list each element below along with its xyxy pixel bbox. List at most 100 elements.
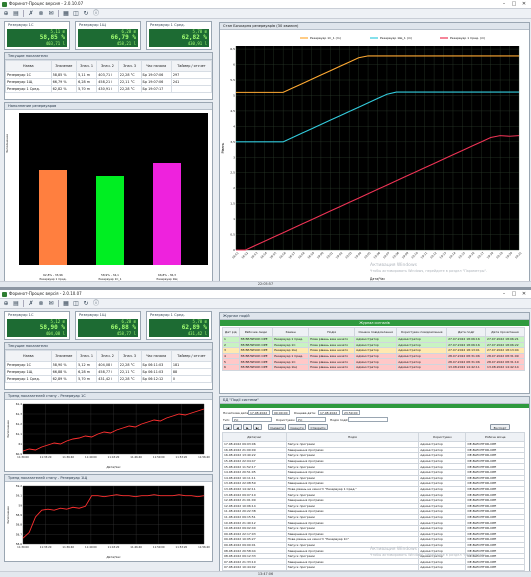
table-row[interactable]: Резервуар 1Щ 66,79 % 6,28 m 458,21 l 22,11 °… bbox=[5, 78, 212, 86]
x-axis-label: Дата/Час bbox=[106, 555, 121, 559]
refresh-button[interactable]: Оновити bbox=[268, 424, 286, 430]
stop-icon[interactable]: ⊗ bbox=[37, 300, 45, 308]
chart-icon[interactable]: ▦ bbox=[62, 300, 70, 308]
table-cell: 6,28 m bbox=[76, 368, 98, 376]
close-button[interactable]: ✕ bbox=[519, 0, 529, 8]
database-icon[interactable]: ◫ bbox=[72, 10, 80, 18]
info-icon[interactable]: ⓘ bbox=[92, 10, 100, 18]
column-header[interactable]: Таймер / отсчет bbox=[170, 350, 212, 362]
table-row[interactable]: Резервуар 1 Сред. 62,82 % 5,70 m 430,91 l 22… bbox=[5, 85, 212, 93]
to-date-input[interactable]: 17.08.2022 bbox=[318, 410, 340, 415]
next-page-button[interactable]: ▶ bbox=[243, 424, 252, 430]
close-button[interactable]: ✕ bbox=[519, 290, 529, 298]
log-group-header bbox=[220, 404, 529, 408]
table-cell: 403,71 l bbox=[96, 71, 119, 79]
table-row[interactable]: Резервуар 1Щ 66,88 % 6,28 m 458,77 l 22,11 °… bbox=[5, 368, 212, 376]
table-row[interactable]: 6 ЗВ ВЕЛИЧОК ОРЕ Резервуар 1Щ Нове рівень в… bbox=[222, 364, 525, 371]
column-header[interactable]: Камен bbox=[272, 327, 310, 337]
mail-icon[interactable]: ✉ bbox=[47, 300, 55, 308]
table-cell: 27.07.2022 18:06:16 bbox=[446, 336, 487, 343]
table-cell: 241 bbox=[170, 78, 212, 86]
column-header[interactable]: Назва bbox=[5, 350, 52, 362]
x-tick-label: 11:53:20 bbox=[176, 545, 188, 549]
column-header[interactable]: Знач. 1 bbox=[76, 60, 98, 72]
column-header[interactable]: Значение bbox=[50, 60, 78, 72]
y-tick-label: 61,1 bbox=[16, 432, 22, 436]
report-button[interactable]: Створити bbox=[308, 424, 328, 430]
refresh-icon[interactable]: ↻ bbox=[82, 300, 90, 308]
maximize-button[interactable]: □ bbox=[509, 290, 519, 298]
column-header[interactable]: Знач. 1 bbox=[76, 350, 98, 362]
connect-icon[interactable]: ⊕ bbox=[2, 10, 10, 18]
table-row[interactable]: Резервуар 1С 58,85 % 5,11 m 403,71 l 22,28 °… bbox=[5, 71, 212, 79]
maximize-button[interactable]: □ bbox=[509, 0, 519, 8]
column-header[interactable]: Подія bbox=[285, 432, 420, 442]
column-header[interactable]: Знач. 3 bbox=[117, 350, 142, 362]
first-page-button[interactable]: |◀ bbox=[223, 424, 232, 430]
column-header[interactable]: Час начала bbox=[140, 350, 172, 362]
window-title: Форинот-Процес версія - 2.0.10.07 bbox=[9, 291, 82, 296]
x-tick-label: 11:53:20 bbox=[176, 455, 188, 459]
volume-l: 404,08 l bbox=[45, 331, 65, 336]
table-cell: 22,11 °C bbox=[117, 368, 142, 376]
tools-icon[interactable]: ✗ bbox=[27, 300, 35, 308]
stop-icon[interactable]: ⊗ bbox=[37, 10, 45, 18]
column-header[interactable]: Знач. 3 bbox=[117, 60, 142, 72]
column-header[interactable]: Дата події bbox=[446, 327, 487, 337]
level-percent: 62,89 % bbox=[181, 324, 207, 331]
export-button[interactable]: Експорт bbox=[490, 424, 510, 430]
chart-icon[interactable]: ▦ bbox=[62, 10, 70, 18]
x-tick-label: 19:13 bbox=[439, 251, 448, 260]
mail-icon[interactable]: ✉ bbox=[47, 10, 55, 18]
column-header[interactable]: Таймер / отсчет bbox=[170, 60, 212, 72]
column-header[interactable]: Час начала bbox=[140, 60, 172, 72]
type-select[interactable]: Усі bbox=[232, 417, 272, 422]
connect-icon[interactable]: ⊕ bbox=[2, 300, 10, 308]
table-row[interactable]: Резервуар 1 Сред. 62,89 % 5,70 m 431,42 l 22… bbox=[5, 375, 212, 383]
column-header[interactable]: Знач. 2 bbox=[96, 60, 119, 72]
prev-page-button[interactable]: ◀ bbox=[233, 424, 242, 430]
minimize-button[interactable]: – bbox=[499, 0, 509, 8]
user-select[interactable]: Усі bbox=[296, 417, 326, 422]
column-header[interactable]: Подія bbox=[308, 327, 356, 337]
column-header[interactable]: Дата/час bbox=[222, 432, 287, 442]
status-time: 13:47:06 bbox=[257, 572, 274, 576]
y-axis-label: Заполнение bbox=[6, 420, 10, 438]
from-date-input[interactable]: 17.08.2022 bbox=[248, 410, 270, 415]
level-percent: 58,90 % bbox=[39, 324, 65, 331]
column-header[interactable]: Робоче місце bbox=[465, 432, 525, 442]
event-select[interactable] bbox=[348, 417, 388, 422]
refresh-icon[interactable]: ↻ bbox=[82, 10, 90, 18]
column-header[interactable]: Дата прочитання bbox=[485, 327, 525, 337]
minimize-button[interactable]: – bbox=[499, 290, 509, 298]
database-icon[interactable]: ◫ bbox=[72, 300, 80, 308]
last-page-button[interactable]: ▶| bbox=[253, 424, 262, 430]
to-time-input[interactable]: 23:59:00 bbox=[342, 410, 360, 415]
y-tick-label: 59,2 bbox=[16, 484, 22, 488]
x-tick-label: 11:43:20 bbox=[108, 455, 120, 459]
column-header[interactable]: Рабочие люди bbox=[238, 327, 274, 337]
from-time-input[interactable]: 00:00:00 bbox=[272, 410, 290, 415]
tools-icon[interactable]: ✗ bbox=[27, 10, 35, 18]
x-tick-label: 19:03 bbox=[344, 251, 353, 260]
column-header[interactable]: Значение bbox=[50, 350, 78, 362]
column-header[interactable]: Ознака повідомлення bbox=[354, 327, 398, 337]
column-header[interactable]: Користувач bbox=[418, 432, 467, 442]
column-header[interactable]: Дат рід bbox=[222, 327, 240, 337]
panel-title: Текущие показатели bbox=[5, 343, 212, 350]
reset-button[interactable]: Скинути bbox=[288, 424, 306, 430]
title-bar: Форинот-Процес версія - 2.0.10.07 – □ ✕ bbox=[0, 290, 531, 299]
column-header[interactable]: Користувач повідомлення bbox=[396, 327, 448, 337]
info-icon[interactable]: ⓘ bbox=[92, 300, 100, 308]
trend-panel-1: Тренд показателей стану - Резервуар 1С 6… bbox=[4, 392, 213, 472]
tank-card-display: 6,28 m 66,79 % 458,21 l bbox=[78, 29, 138, 47]
column-header[interactable]: Назва bbox=[5, 60, 52, 72]
folder-icon[interactable]: ▤ bbox=[12, 10, 20, 18]
level-chart-panel: Стан Бочкарня резервуарів (30 хвилин) 0 0… bbox=[219, 22, 530, 286]
column-header[interactable]: Знач. 2 bbox=[96, 350, 119, 362]
tank-card-caption: Резервуар 1С bbox=[8, 23, 34, 27]
folder-icon[interactable]: ▤ bbox=[12, 300, 20, 308]
table-row[interactable]: 07.08.2022 10:44:02 Запуск програми Адміні… bbox=[222, 564, 525, 571]
table-cell: Нове рівень вже начато bbox=[308, 364, 356, 371]
table-row[interactable]: Резервуар 1С 58,90 % 5,12 m 404,08 l 22,28 °… bbox=[5, 361, 212, 369]
